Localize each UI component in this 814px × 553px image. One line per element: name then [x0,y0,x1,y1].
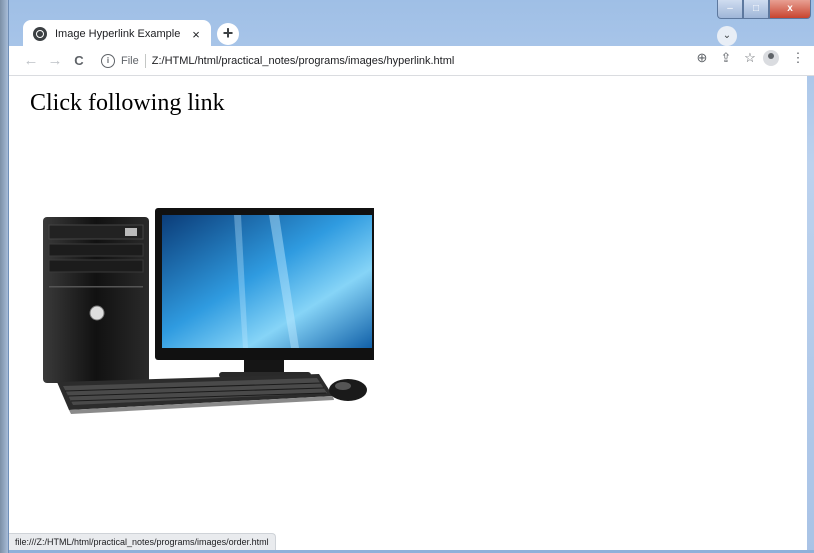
desktop-edge [0,0,8,553]
address-url[interactable]: Z:/HTML/html/practical_notes/programs/im… [152,55,455,67]
page-heading: Click following link [30,90,225,116]
desktop-computer-image [43,208,379,414]
address-separator [144,54,146,68]
minimize-button[interactable]: – [717,0,743,19]
close-window-button[interactable]: x [769,0,811,19]
tab-close-icon[interactable]: × [189,27,203,42]
address-bar[interactable]: i File Z:/HTML/html/practical_notes/prog… [101,50,701,72]
address-scheme: File [121,55,139,67]
star-icon[interactable]: ☆ [739,50,761,66]
window-controls: – □ x [717,0,811,19]
tab-search-chevron-icon[interactable]: ⌄ [717,26,737,46]
info-icon[interactable]: i [101,54,115,68]
globe-icon [33,27,47,41]
forward-button[interactable]: → [43,52,67,69]
browser-window: Image Hyperlink Example × + ⌄ – □ x ← → … [8,0,814,553]
status-bar-link-preview: file:///Z:/HTML/html/practical_notes/pro… [9,533,276,550]
maximize-button[interactable]: □ [743,0,769,19]
reload-button[interactable]: C [67,53,91,68]
zoom-icon[interactable]: ⊕ [691,50,713,66]
tab-title: Image Hyperlink Example [55,28,181,40]
menu-icon[interactable]: ⋮ [787,50,809,66]
toolbar-actions: ⊕ ⇪ ☆ ⋮ [689,50,809,66]
computer-image-link[interactable] [29,204,379,434]
browser-toolbar: ← → C i File Z:/HTML/html/practical_note… [9,46,814,76]
page-viewport: Click following link file:///Z:/HTML/htm… [9,76,807,550]
profile-icon[interactable] [763,50,779,66]
share-icon[interactable]: ⇪ [715,50,737,66]
tab-strip: Image Hyperlink Example × + ⌄ – □ x [9,0,814,48]
back-button[interactable]: ← [19,52,43,69]
new-tab-button[interactable]: + [217,23,239,45]
tab-image-hyperlink-example[interactable]: Image Hyperlink Example × [23,20,211,48]
